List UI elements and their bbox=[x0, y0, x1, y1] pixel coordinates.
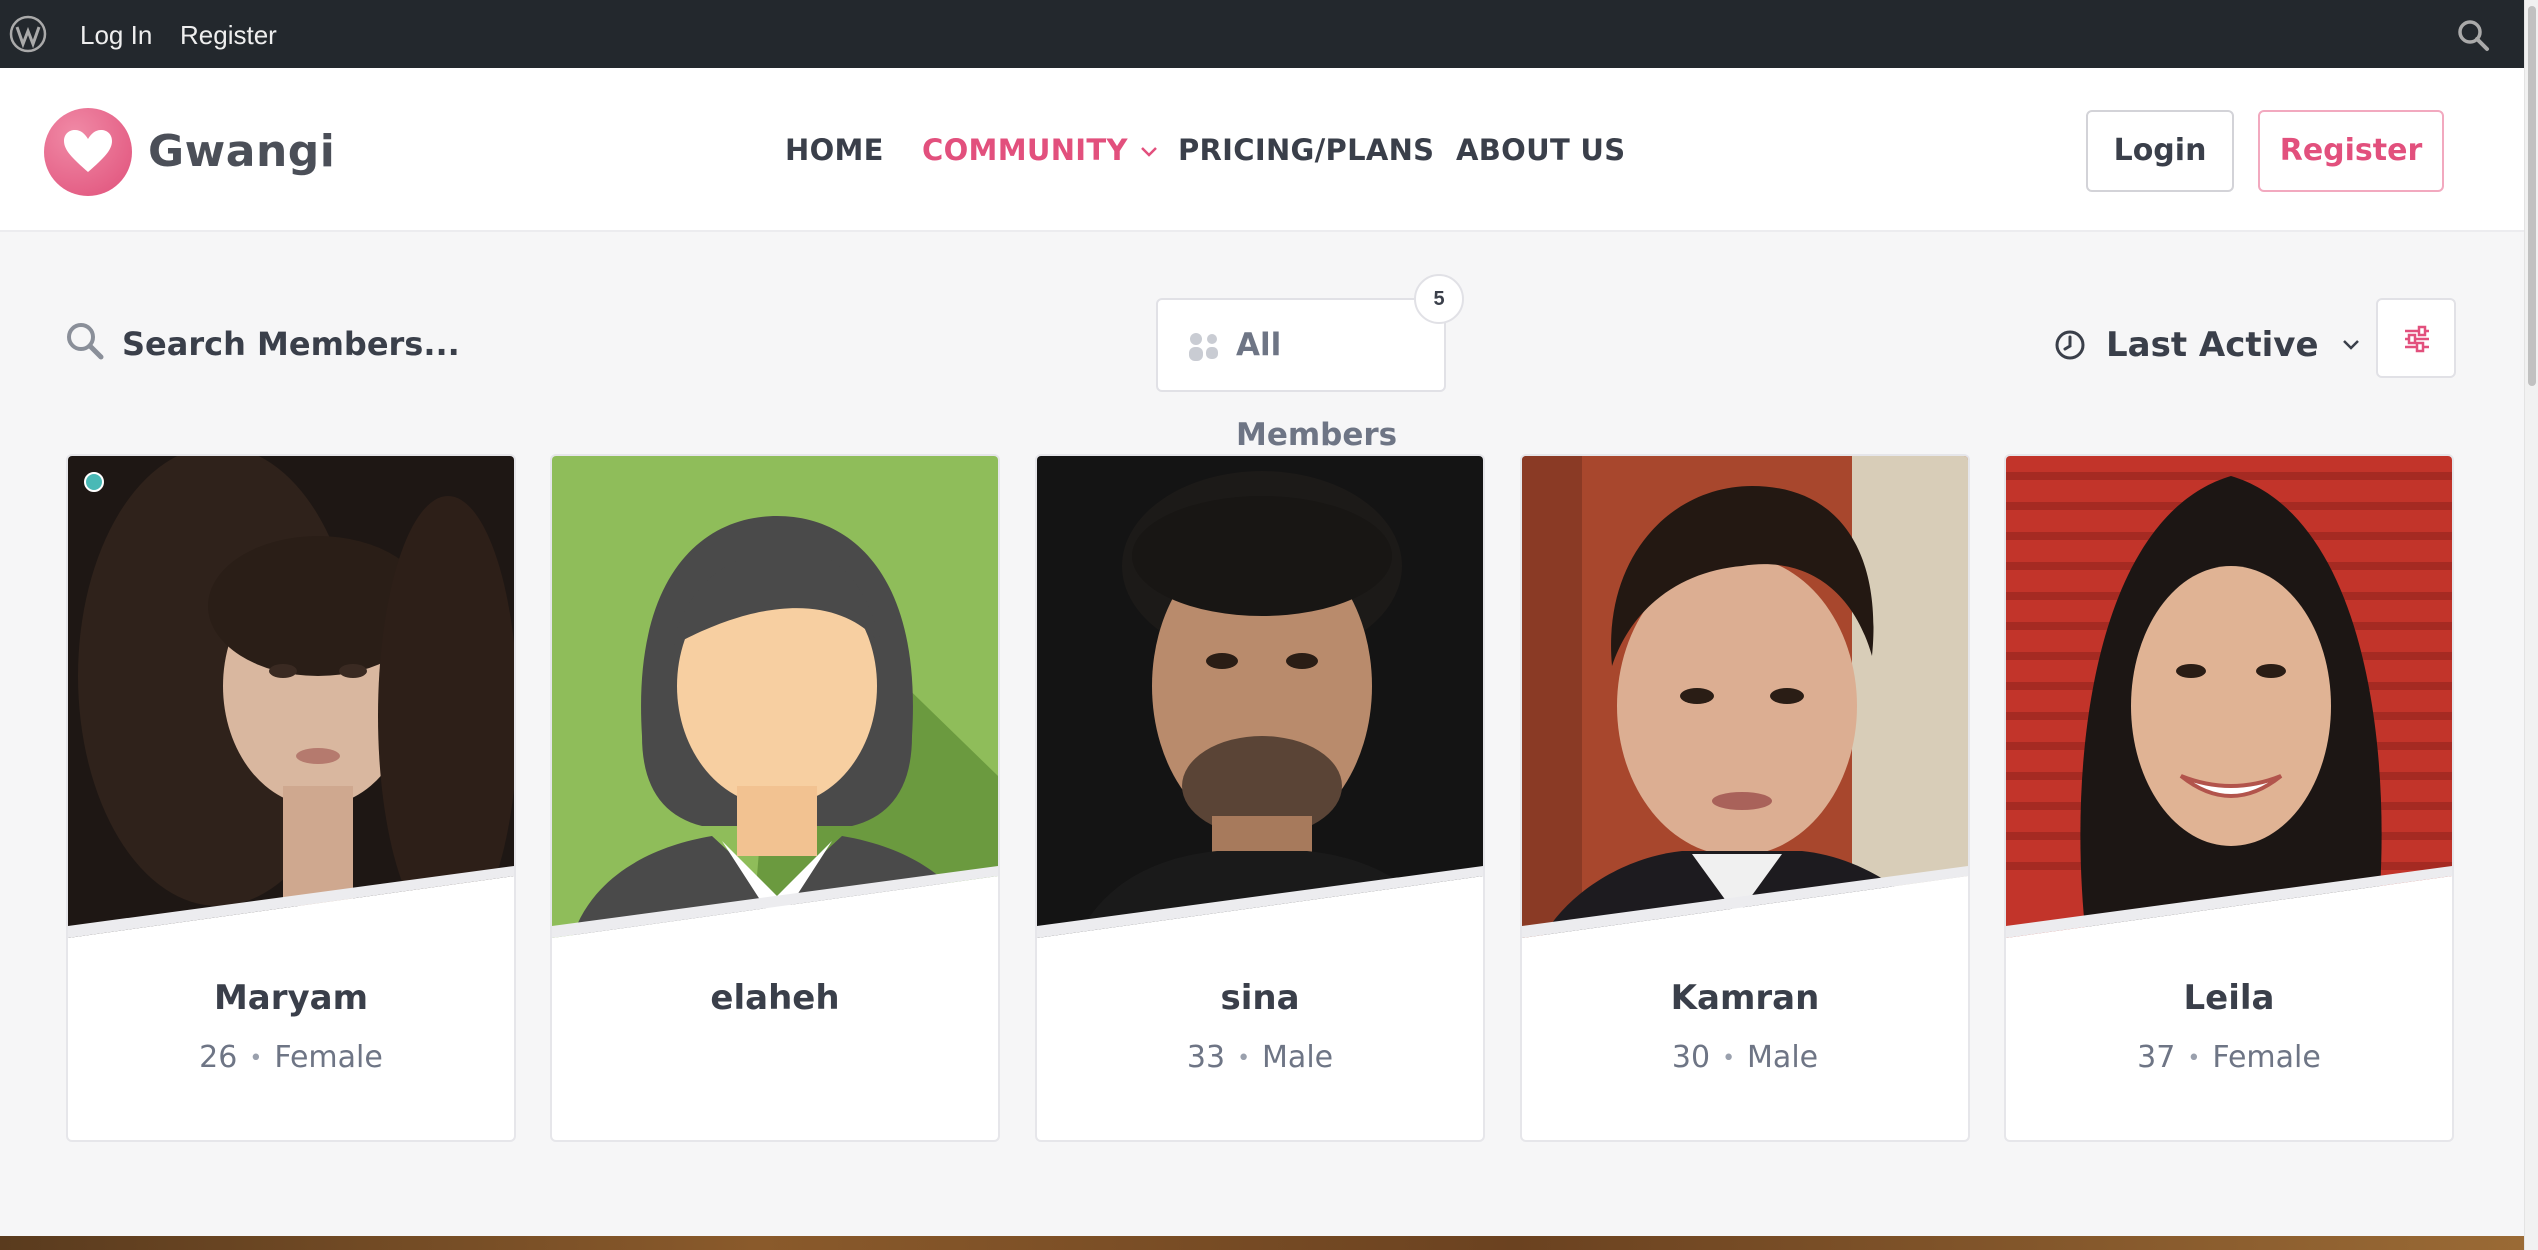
nav-pricing[interactable]: PRICING/PLANS bbox=[1178, 68, 1434, 232]
admin-bar: Log In Register bbox=[0, 0, 2538, 68]
search-members-input[interactable] bbox=[122, 316, 722, 372]
member-card[interactable]: Maryam 26 • Female bbox=[66, 454, 516, 1142]
all-members-filter-button[interactable]: All Members bbox=[1156, 298, 1446, 453]
separator-dot: • bbox=[2187, 1046, 2201, 1071]
register-button[interactable]: Register bbox=[2258, 110, 2444, 192]
member-photo[interactable] bbox=[2006, 456, 2452, 938]
member-name[interactable]: Leila bbox=[2006, 978, 2452, 1018]
member-photo[interactable] bbox=[1522, 456, 1968, 938]
member-gender: Male bbox=[1262, 1040, 1334, 1075]
member-card[interactable]: Leila 37 • Female bbox=[2004, 454, 2454, 1142]
member-photo-placeholder[interactable] bbox=[552, 456, 998, 938]
member-age: 30 bbox=[1671, 1040, 1711, 1075]
admin-bar-login-link[interactable]: Log In bbox=[80, 0, 152, 68]
member-gender: Male bbox=[1747, 1040, 1819, 1075]
member-card[interactable]: sina 33 • Male bbox=[1035, 454, 1485, 1142]
nav-about[interactable]: ABOUT US bbox=[1456, 68, 1625, 232]
admin-bar-search-icon[interactable] bbox=[2456, 18, 2490, 52]
member-name[interactable]: Maryam bbox=[68, 978, 514, 1018]
member-card[interactable]: elaheh bbox=[550, 454, 1000, 1142]
chevron-down-icon bbox=[1140, 147, 1157, 157]
member-meta: 30 • Male bbox=[1522, 1040, 1968, 1075]
site-header: Gwangi HOME COMMUNITY PRICING/PLANS ABOU… bbox=[0, 68, 2524, 232]
member-gender: Female bbox=[2212, 1040, 2321, 1075]
clock-icon bbox=[2055, 330, 2085, 360]
scrollbar-thumb[interactable] bbox=[2528, 6, 2536, 386]
member-name[interactable]: elaheh bbox=[552, 978, 998, 1018]
separator-dot: • bbox=[1237, 1046, 1251, 1071]
advanced-filter-button[interactable] bbox=[2376, 298, 2456, 378]
all-members-label: All Members bbox=[1236, 327, 1398, 453]
nav-home[interactable]: HOME bbox=[785, 68, 884, 232]
nav-community-label: COMMUNITY bbox=[922, 133, 1128, 167]
member-meta: 33 • Male bbox=[1037, 1040, 1483, 1075]
member-name[interactable]: sina bbox=[1037, 978, 1483, 1018]
footer-background-strip bbox=[0, 1236, 2524, 1250]
online-status-dot bbox=[84, 472, 104, 492]
logo-text[interactable]: Gwangi bbox=[148, 126, 335, 177]
sort-dropdown[interactable]: Last Active bbox=[2054, 320, 2361, 370]
separator-dot: • bbox=[1722, 1046, 1736, 1071]
member-age: 26 bbox=[199, 1040, 238, 1075]
logo-heart-icon[interactable] bbox=[44, 108, 132, 196]
separator-dot: • bbox=[249, 1046, 263, 1071]
member-age: 37 bbox=[2137, 1040, 2176, 1075]
member-age: 33 bbox=[1186, 1040, 1226, 1075]
sort-label: Last Active bbox=[2106, 325, 2319, 365]
member-photo[interactable] bbox=[1037, 456, 1483, 938]
member-gender: Female bbox=[274, 1040, 383, 1075]
member-photo[interactable] bbox=[68, 456, 514, 938]
login-button[interactable]: Login bbox=[2086, 110, 2234, 192]
wordpress-logo-icon[interactable] bbox=[8, 14, 48, 54]
member-meta: 37 • Female bbox=[2006, 1040, 2452, 1075]
sliders-icon bbox=[2405, 325, 2429, 353]
member-count-badge: 5 bbox=[1414, 274, 1464, 324]
admin-bar-register-link[interactable]: Register bbox=[180, 0, 277, 68]
page-scrollbar[interactable] bbox=[2524, 0, 2538, 1250]
member-name[interactable]: Kamran bbox=[1522, 978, 1968, 1018]
member-meta: 26 • Female bbox=[68, 1040, 514, 1075]
nav-community[interactable]: COMMUNITY bbox=[922, 68, 1158, 232]
members-group-icon bbox=[1189, 333, 1218, 361]
search-icon bbox=[67, 323, 104, 360]
chevron-down-icon bbox=[2342, 340, 2359, 350]
member-card[interactable]: Kamran 30 • Male bbox=[1520, 454, 1970, 1142]
